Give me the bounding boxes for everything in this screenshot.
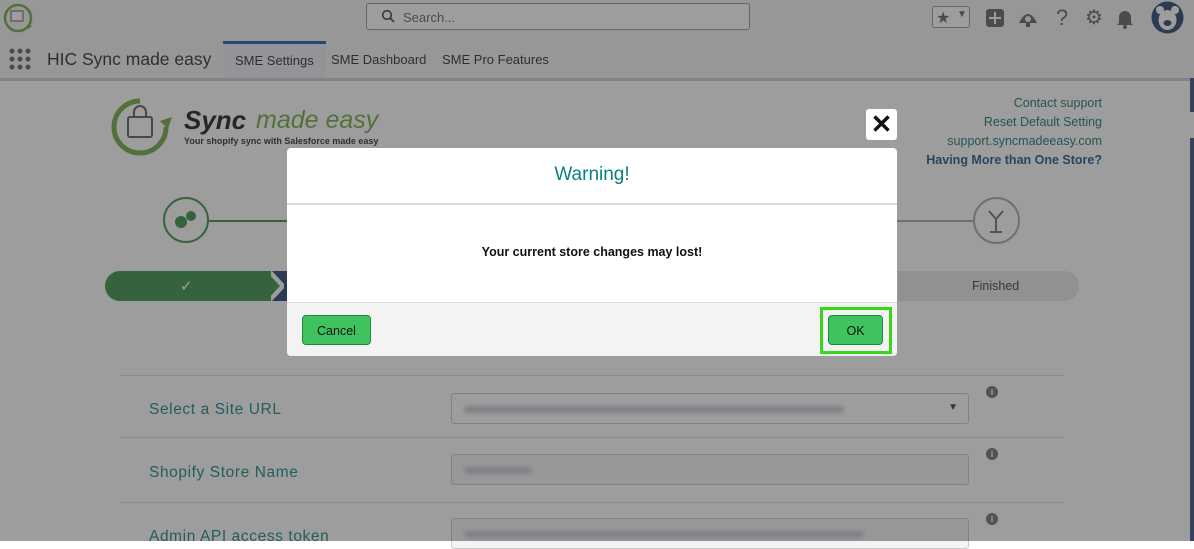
cancel-button[interactable]: Cancel [302, 315, 371, 345]
ok-button-highlight [820, 307, 892, 354]
modal-header: Warning! [287, 148, 897, 205]
warning-modal: Warning! Your current store changes may … [287, 148, 897, 356]
modal-title: Warning! [554, 164, 630, 185]
modal-message: Your current store changes may lost! [481, 245, 703, 259]
close-icon[interactable]: ✕ [866, 109, 897, 140]
modal-footer: Cancel OK [287, 302, 897, 356]
